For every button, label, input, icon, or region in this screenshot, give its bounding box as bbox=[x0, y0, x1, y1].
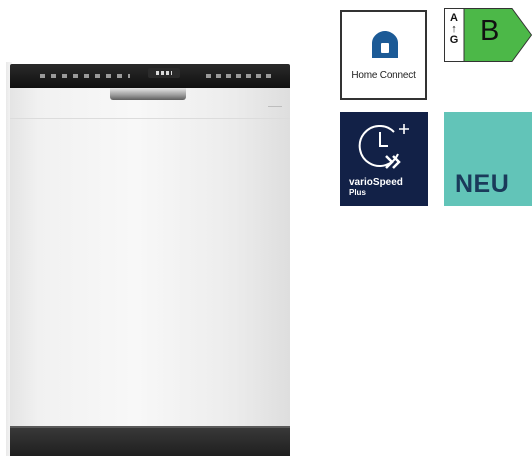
home-connect-badge: Home Connect bbox=[340, 10, 427, 100]
dishwasher-door-groove bbox=[10, 118, 290, 119]
clock-fast-forward-icon bbox=[358, 124, 409, 169]
control-buttons-right bbox=[206, 74, 276, 78]
energy-label-badge: A ↑ G B bbox=[444, 8, 532, 62]
brand-logo-mark bbox=[268, 100, 282, 107]
variospeed-title: varioSpeed bbox=[349, 177, 403, 188]
home-connect-label: Home Connect bbox=[351, 70, 416, 81]
energy-scale-bottom: G bbox=[449, 34, 459, 46]
variospeed-subtitle: Plus bbox=[349, 188, 366, 197]
dishwasher-handle bbox=[110, 88, 186, 100]
variospeed-plus-badge: varioSpeed Plus bbox=[340, 112, 428, 206]
control-buttons-left bbox=[40, 74, 130, 78]
dishwasher-product-image bbox=[6, 54, 292, 456]
dishwasher-kickplate bbox=[10, 426, 290, 456]
new-badge-label: NEU bbox=[455, 170, 510, 198]
dishwasher-control-panel bbox=[10, 64, 290, 88]
home-connect-house-icon bbox=[372, 31, 398, 58]
energy-class-letter: B bbox=[480, 15, 500, 47]
new-badge: NEU bbox=[444, 112, 532, 206]
energy-scale: A ↑ G bbox=[447, 13, 461, 46]
control-display bbox=[148, 68, 180, 78]
dishwasher-door bbox=[10, 88, 290, 426]
